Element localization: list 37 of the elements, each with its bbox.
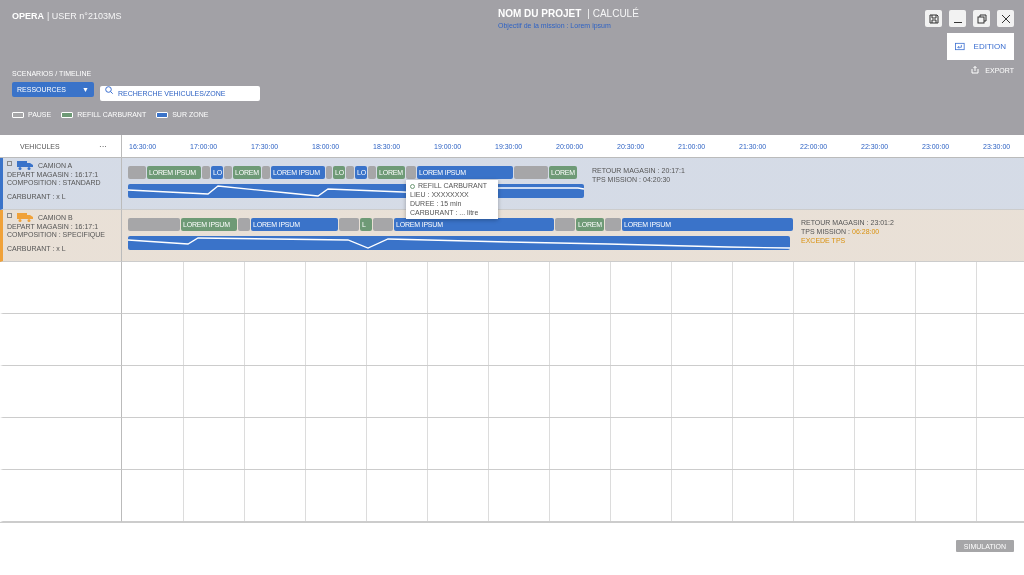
project-status: | CALCULÉ bbox=[587, 8, 639, 19]
timeline-segment[interactable] bbox=[373, 218, 393, 231]
close-icon bbox=[1000, 13, 1011, 24]
close-button[interactable] bbox=[997, 10, 1014, 27]
edit-button[interactable]: EDITION bbox=[947, 33, 1014, 60]
minimize-icon bbox=[953, 22, 962, 23]
timeline-segment[interactable] bbox=[339, 218, 359, 231]
timeline-segment[interactable] bbox=[346, 166, 354, 179]
timeline-segment[interactable] bbox=[514, 166, 548, 179]
save-button[interactable] bbox=[925, 10, 942, 27]
floppy-icon bbox=[928, 13, 939, 24]
legend-swatch bbox=[12, 111, 24, 118]
minimize-button[interactable] bbox=[949, 10, 966, 27]
timeline-segment[interactable] bbox=[128, 166, 146, 179]
user-id: | USER n°2103MS bbox=[47, 11, 122, 21]
app-name: OPERA bbox=[12, 11, 44, 21]
project-title: NOM DU PROJET bbox=[498, 8, 582, 19]
return-icon bbox=[955, 42, 965, 51]
share-icon bbox=[971, 66, 980, 74]
timeline-segment[interactable] bbox=[368, 166, 376, 179]
timeline-segment[interactable] bbox=[406, 166, 416, 179]
search-icon bbox=[105, 85, 113, 94]
legend-swatch bbox=[61, 111, 74, 118]
timeline-segment[interactable] bbox=[326, 166, 332, 179]
maximize-button[interactable] bbox=[973, 10, 990, 27]
timeline-segment[interactable] bbox=[128, 218, 180, 231]
timeline-segment[interactable] bbox=[202, 166, 210, 179]
vehicle-checkbox[interactable] bbox=[7, 161, 12, 166]
vehicle-checkbox[interactable] bbox=[7, 213, 12, 218]
timeline-segment[interactable] bbox=[605, 218, 621, 231]
legend-swatch bbox=[156, 111, 169, 118]
timeline-segment[interactable] bbox=[555, 218, 575, 231]
timeline-segment[interactable] bbox=[262, 166, 270, 179]
more-button[interactable]: ··· bbox=[99, 141, 107, 151]
timeline-segment[interactable] bbox=[238, 218, 250, 231]
restore-icon bbox=[976, 13, 987, 24]
timeline-segment[interactable] bbox=[224, 166, 232, 179]
